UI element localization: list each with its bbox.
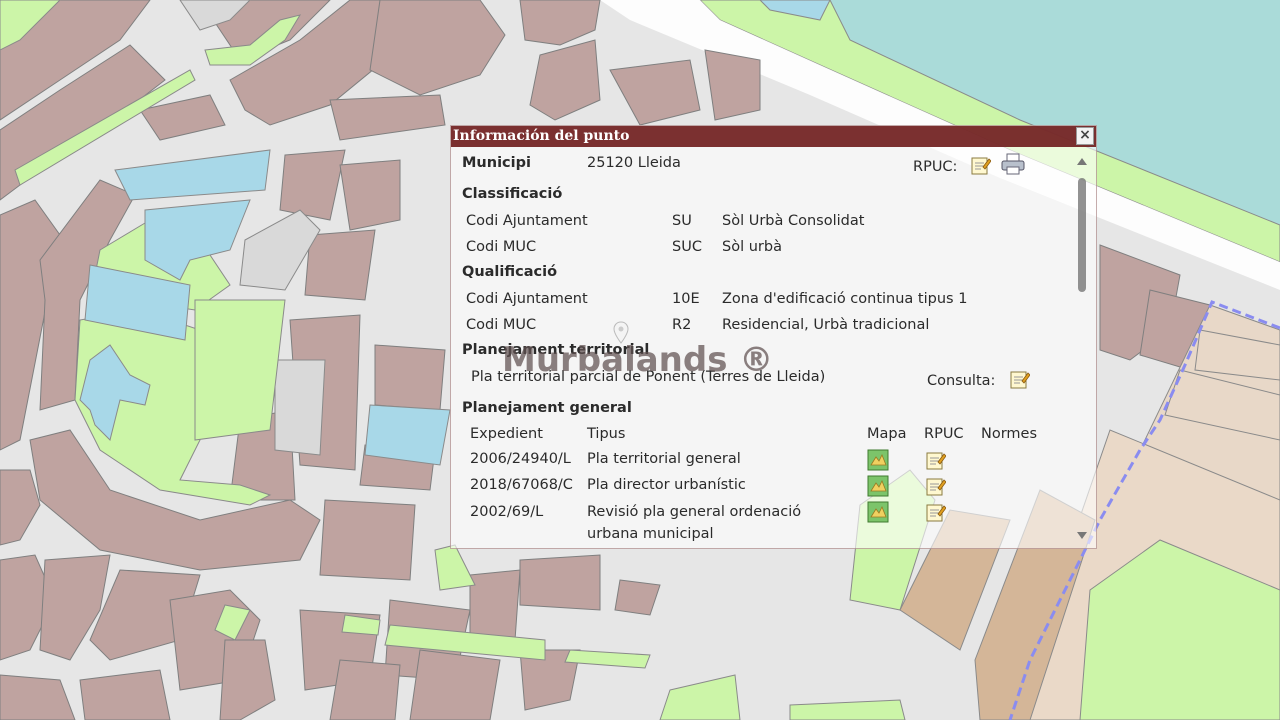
popup-scrollbar[interactable] (1075, 156, 1089, 544)
classificacio-row-code: SU (672, 213, 692, 229)
document-edit-icon[interactable] (924, 475, 946, 497)
row-tipus-line2: urbana municipal (587, 526, 714, 542)
classificacio-row-label: Codi MUC (466, 239, 537, 255)
document-edit-icon[interactable] (969, 154, 991, 176)
classificacio-row-code: SUC (672, 239, 702, 255)
scroll-down-icon[interactable] (1077, 532, 1087, 539)
municipi-label: Municipi (462, 155, 531, 171)
classificacio-row-label: Codi Ajuntament (466, 213, 588, 229)
col-header-expedient: Expedient (470, 426, 543, 442)
row-expedient: 2002/69/L (470, 504, 544, 520)
general-heading: Planejament general (462, 400, 632, 416)
popup-title: Información del punto (453, 128, 630, 144)
rpuc-label: RPUC: (913, 159, 958, 175)
row-expedient: 2018/67068/C (470, 477, 573, 493)
scrollbar-thumb[interactable] (1078, 178, 1086, 292)
classificacio-row-desc: Sòl urbà (722, 239, 782, 255)
qualificacio-row-label: Codi Ajuntament (466, 291, 588, 307)
watermark: Murbalands ® (502, 340, 774, 380)
col-header-normes: Normes (981, 426, 1038, 442)
map-icon[interactable] (867, 501, 889, 523)
qualificacio-heading: Qualificació (462, 264, 558, 280)
point-info-popup: Información del punto × Municipi 25120 L… (450, 125, 1097, 549)
printer-icon[interactable] (1000, 152, 1026, 176)
qualificacio-row-label: Codi MUC (466, 317, 537, 333)
qualificacio-row-code: R2 (672, 317, 692, 333)
classificacio-row-desc: Sòl Urbà Consolidat (722, 213, 865, 229)
close-button[interactable]: × (1076, 127, 1094, 145)
municipi-value: 25120 Lleida (587, 155, 681, 171)
document-edit-icon[interactable] (924, 449, 946, 471)
consulta-label: Consulta: (927, 373, 996, 389)
document-edit-icon[interactable] (1008, 368, 1030, 390)
col-header-mapa: Mapa (867, 426, 907, 442)
classificacio-heading: Classificació (462, 186, 563, 202)
map-icon[interactable] (867, 475, 889, 497)
scroll-up-icon[interactable] (1077, 158, 1087, 165)
row-tipus: Pla territorial general (587, 451, 741, 467)
row-tipus: Revisió pla general ordenació (587, 504, 802, 520)
qualificacio-row-code: 10E (672, 291, 700, 307)
document-edit-icon[interactable] (924, 501, 946, 523)
qualificacio-row-desc: Residencial, Urbà tradicional (722, 317, 930, 333)
row-tipus: Pla director urbanístic (587, 477, 746, 493)
popup-titlebar[interactable]: Información del punto (451, 126, 1096, 147)
qualificacio-row-desc: Zona d'edificació continua tipus 1 (722, 291, 968, 307)
col-header-tipus: Tipus (587, 426, 626, 442)
close-icon: × (1079, 127, 1091, 143)
row-expedient: 2006/24940/L (470, 451, 571, 467)
col-header-rpuc: RPUC (924, 426, 964, 442)
map-icon[interactable] (867, 449, 889, 471)
